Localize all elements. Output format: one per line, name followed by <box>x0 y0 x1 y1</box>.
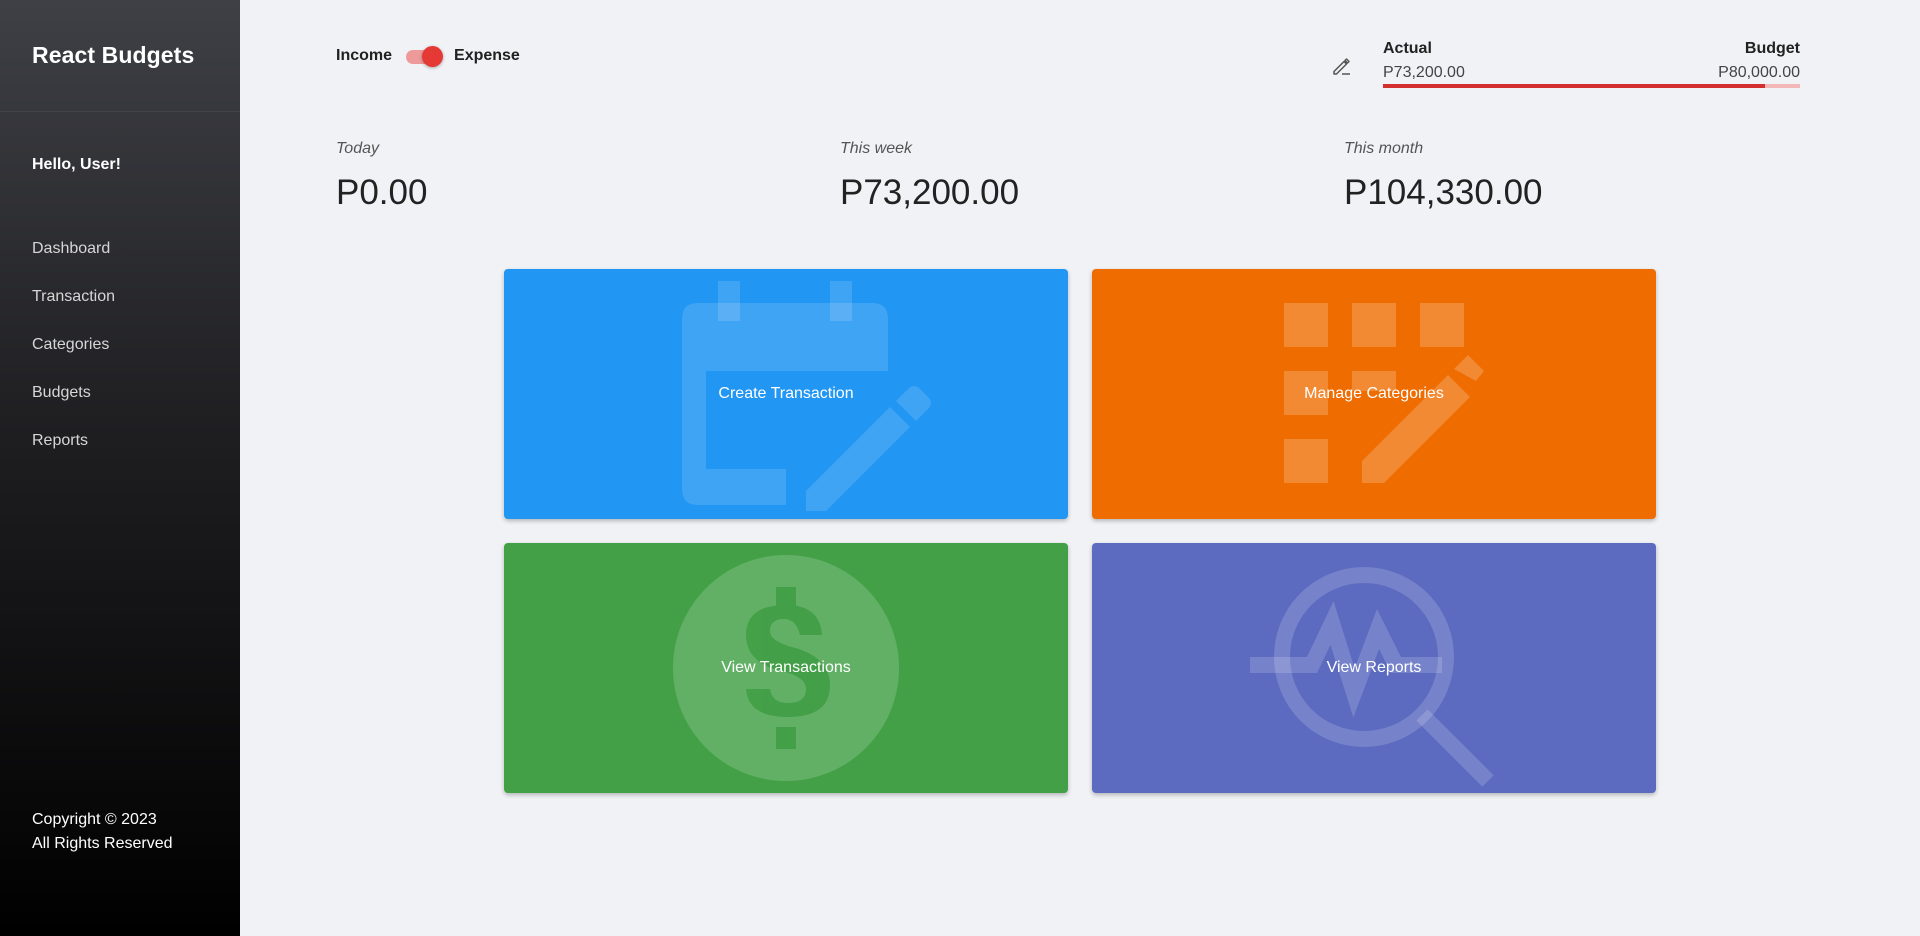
actual-value: P73,200.00 <box>1383 64 1465 81</box>
manage-categories-tile[interactable]: Manage Categories <box>1092 269 1656 519</box>
budget-progress-fill <box>1383 84 1765 88</box>
stat-period: This week <box>840 140 913 157</box>
stat-today: Today P0.00 <box>336 140 427 213</box>
tile-label: Manage Categories <box>1304 385 1444 402</box>
pencil-icon <box>1333 58 1350 75</box>
expense-label: Expense <box>454 47 520 64</box>
budget-value: P80,000.00 <box>1718 64 1800 81</box>
app-title[interactable]: React Budgets <box>0 0 240 112</box>
stat-period: This month <box>1344 140 1424 157</box>
income-label: Income <box>336 47 393 64</box>
switch-thumb <box>422 46 444 67</box>
stat-value: P73,200.00 <box>840 173 1020 212</box>
budget-label: Budget <box>1744 40 1800 57</box>
sidebar-item-budgets[interactable]: Budgets <box>0 376 240 424</box>
income-expense-toggle-group: Income Expense <box>336 46 520 67</box>
tile-label: View Reports <box>1326 659 1422 676</box>
budget-summary: Actual Budget P73,200.00 P80,000.00 <box>1383 40 1800 88</box>
income-expense-switch[interactable] <box>406 46 444 67</box>
tile-label: Create Transaction <box>718 385 854 402</box>
stat-this-month: This month P104,330.00 <box>1344 140 1543 213</box>
create-transaction-tile[interactable]: Create Transaction <box>504 269 1068 519</box>
stat-this-week: This week P73,200.00 <box>840 140 1019 213</box>
copyright-line: Copyright © 2023 <box>32 811 157 828</box>
view-reports-tile[interactable]: View Reports <box>1092 543 1656 793</box>
sidebar-item-transaction[interactable]: Transaction <box>0 280 240 328</box>
copyright: Copyright © 2023 All Rights Reserved <box>32 808 173 856</box>
stat-value: P104,330.00 <box>1344 173 1543 212</box>
rights-line: All Rights Reserved <box>32 835 173 852</box>
actual-label: Actual <box>1383 40 1432 57</box>
edit-budget-icon[interactable] <box>1330 54 1354 78</box>
view-transactions-tile[interactable]: View Transactions <box>504 543 1068 793</box>
tile-label: View Transactions <box>721 659 851 676</box>
sidebar-item-dashboard[interactable]: Dashboard <box>0 232 240 280</box>
budget-progress-bar <box>1383 84 1800 88</box>
sidebar: React Budgets Hello, User! Dashboard Tra… <box>0 0 240 936</box>
stat-value: P0.00 <box>336 173 428 212</box>
sidebar-item-reports[interactable]: Reports <box>0 424 240 472</box>
greeting: Hello, User! <box>32 156 121 173</box>
main-content: Income Expense Actual Budget P73,200.00 … <box>240 0 1920 936</box>
sidebar-nav: Dashboard Transaction Categories Budgets… <box>0 232 240 472</box>
stat-period: Today <box>336 140 379 157</box>
sidebar-item-categories[interactable]: Categories <box>0 328 240 376</box>
